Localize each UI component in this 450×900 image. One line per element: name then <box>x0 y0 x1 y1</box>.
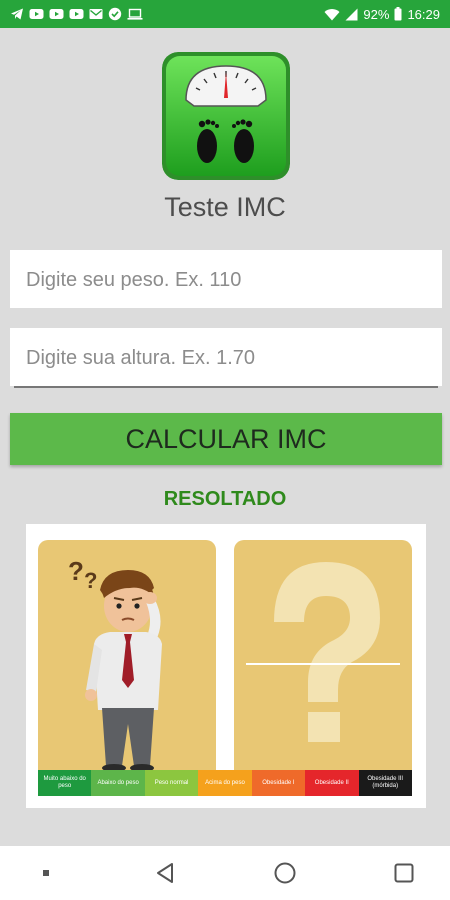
laptop-icon <box>127 8 143 20</box>
app-title: Teste IMC <box>164 192 286 222</box>
check-circle-icon <box>108 7 122 21</box>
youtube-icon <box>49 8 64 20</box>
confused-man-illustration: ? ? <box>38 540 216 780</box>
scale-segment: Abaixo do peso <box>91 770 145 796</box>
weight-field-container <box>10 250 442 308</box>
weight-input[interactable] <box>26 264 426 296</box>
menu-dot-icon[interactable] <box>26 853 66 893</box>
recents-icon[interactable] <box>384 853 424 893</box>
status-bar: 92% 16:29 <box>0 0 450 28</box>
scale-segment: Obesidade I <box>251 770 306 796</box>
scale-footprints-icon <box>162 52 290 180</box>
height-field-container <box>10 328 442 388</box>
signal-icon <box>345 8 358 21</box>
height-input[interactable] <box>26 342 426 374</box>
clock: 16:29 <box>407 6 440 22</box>
scale-segment: Obesidade III (mórbida) <box>358 770 412 796</box>
navigation-bar <box>0 846 450 900</box>
result-title: RESOLTADO <box>163 488 287 510</box>
app-logo <box>162 52 290 180</box>
calculate-button[interactable]: CALCULAR IMC <box>10 413 442 465</box>
scale-segment: Acima do peso <box>198 770 252 796</box>
svg-text:?: ? <box>84 568 97 593</box>
wifi-icon <box>324 8 340 21</box>
youtube-icon <box>29 8 44 20</box>
system-status: 92% 16:29 <box>324 7 440 22</box>
youtube-icon <box>69 8 84 20</box>
notification-icons <box>10 7 143 21</box>
input-underline <box>14 386 438 388</box>
home-icon[interactable] <box>265 853 305 893</box>
scale-segment: Muito abaixo do peso <box>38 770 92 796</box>
battery-icon <box>394 7 402 21</box>
gmail-icon <box>89 8 103 20</box>
svg-text:?: ? <box>68 556 84 586</box>
result-panel: ? ? Muito abaixo do peso Abaixo do peso … <box>26 524 426 808</box>
question-mark-icon <box>234 540 412 780</box>
telegram-icon <box>10 7 24 21</box>
battery-percent: 92% <box>363 6 390 22</box>
back-icon[interactable] <box>145 853 185 893</box>
scale-segment: Peso normal <box>144 770 199 796</box>
imc-scale: Muito abaixo do peso Abaixo do peso Peso… <box>38 770 412 796</box>
scale-segment: Obesidade II <box>305 770 359 796</box>
